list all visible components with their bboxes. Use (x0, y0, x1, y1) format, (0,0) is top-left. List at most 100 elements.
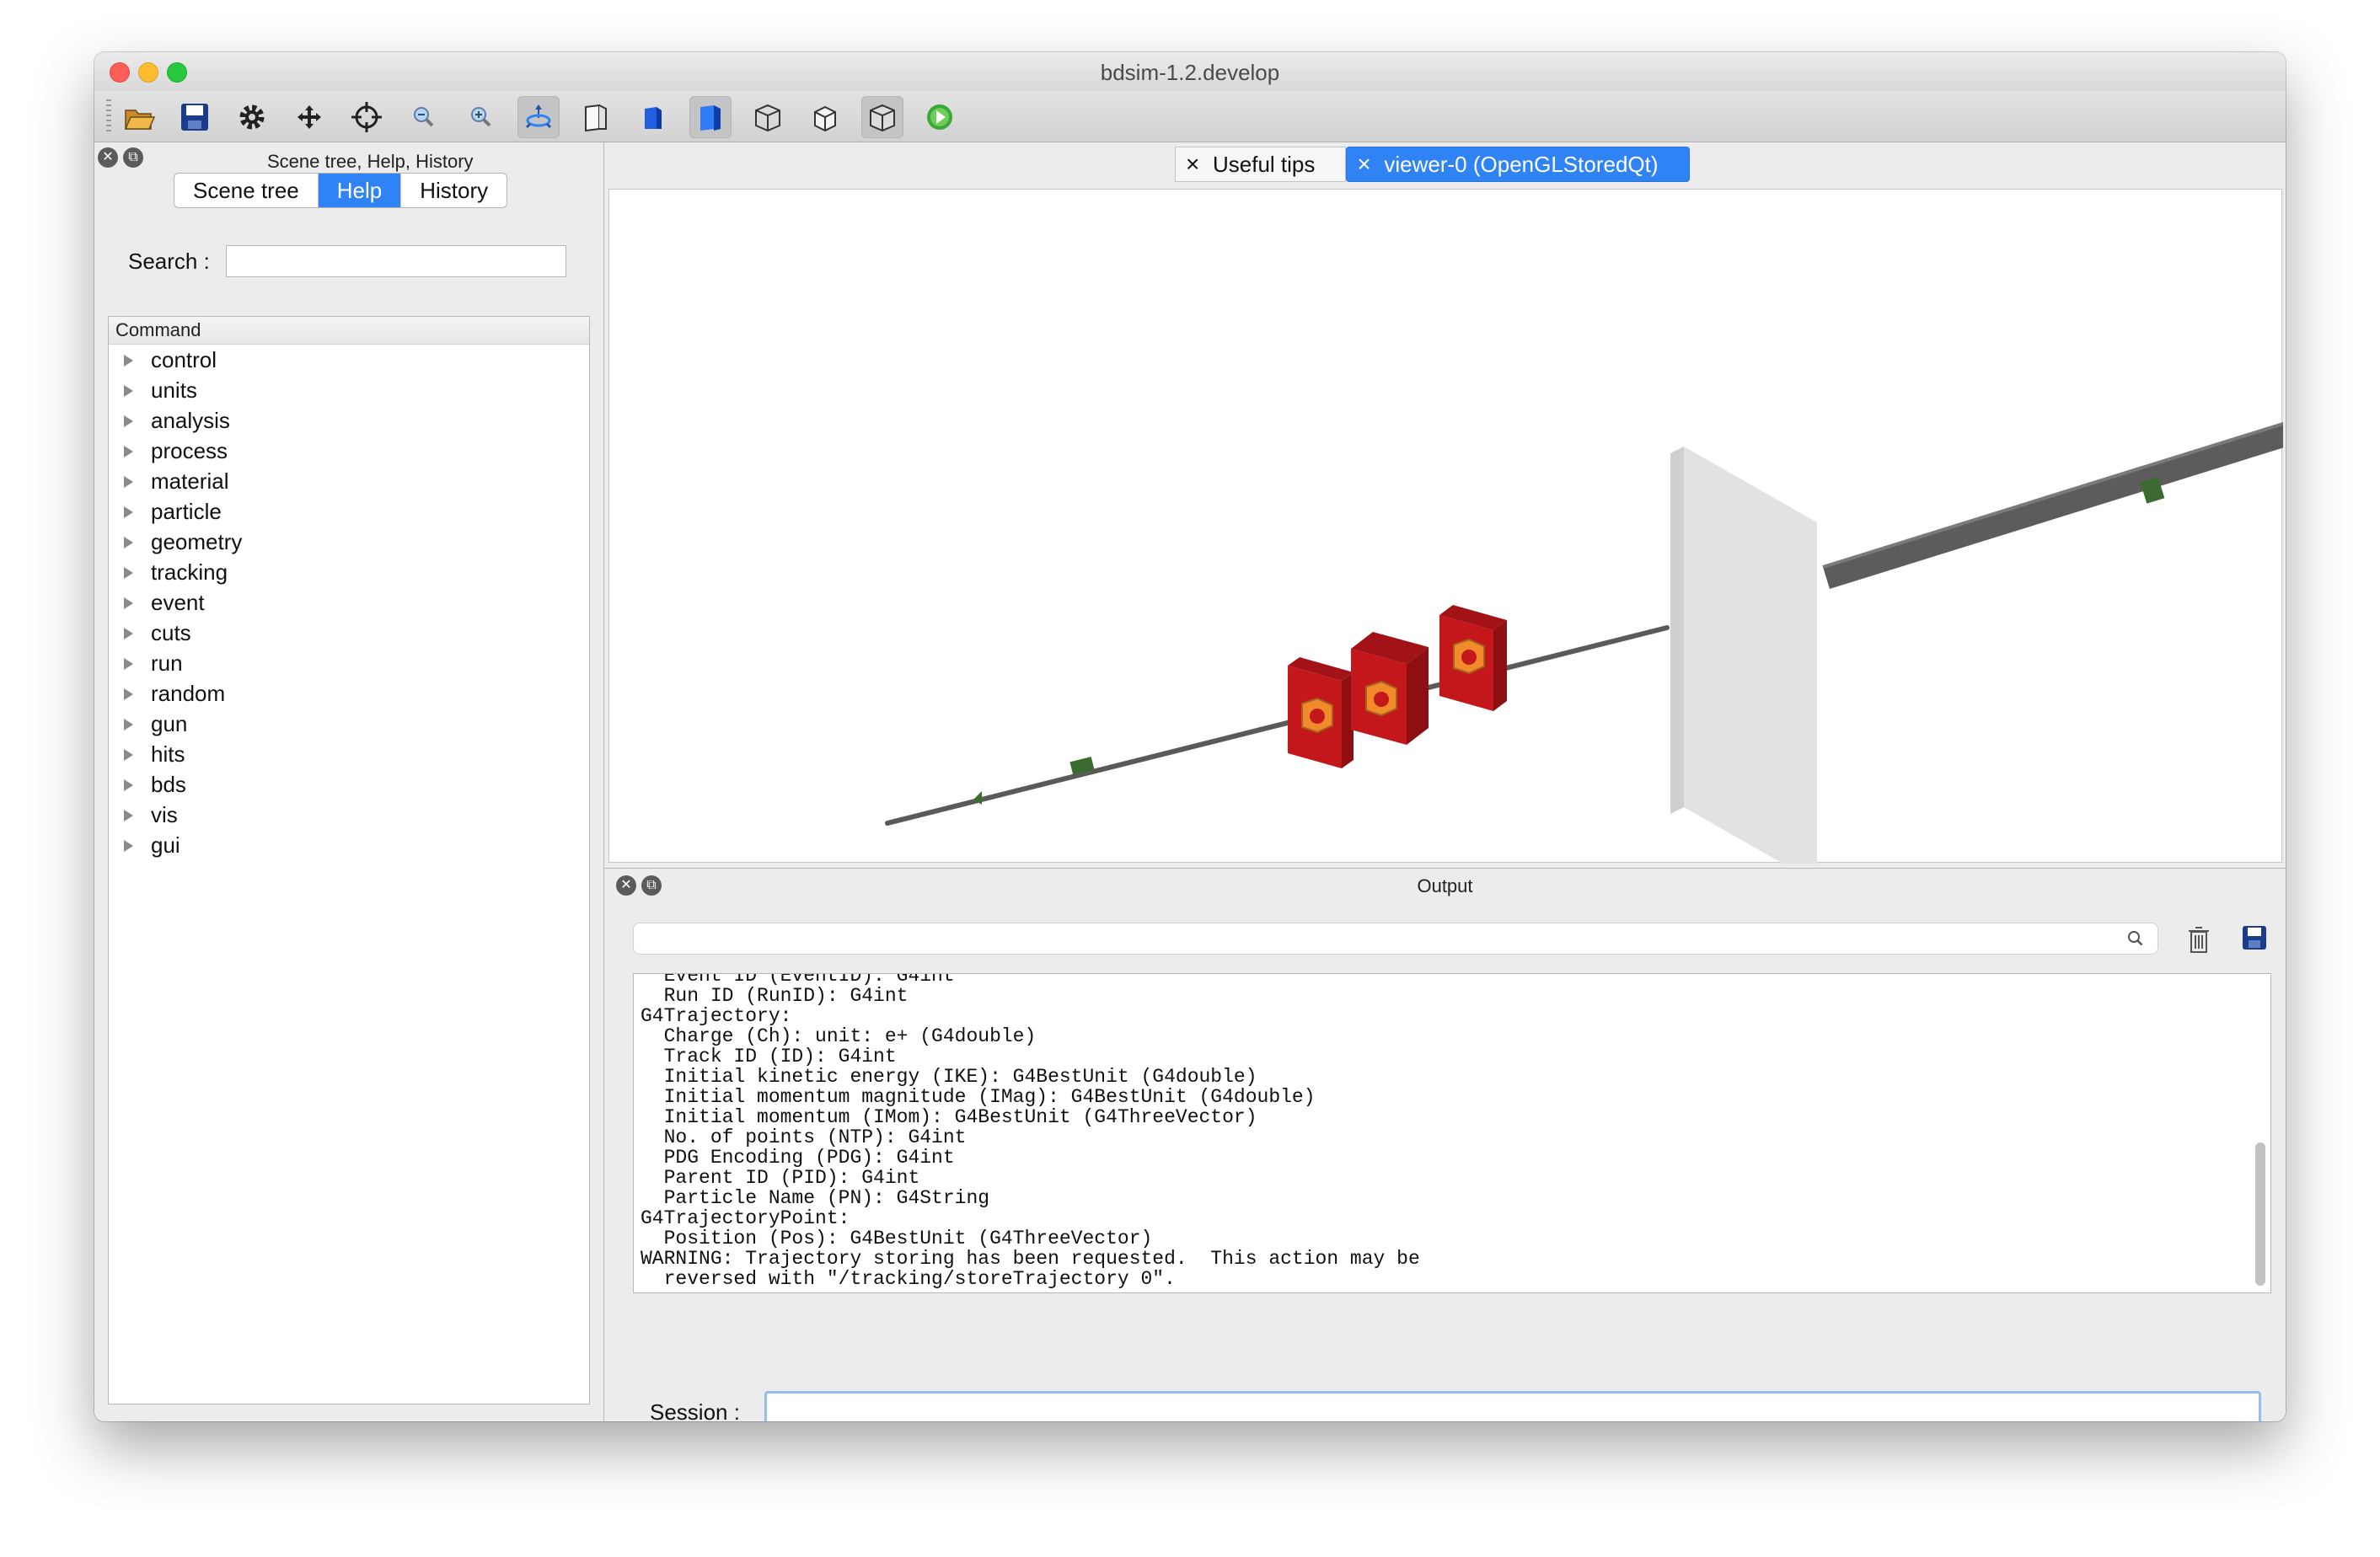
hidden-surface-icon[interactable] (861, 96, 903, 138)
output-log[interactable]: Event ID (EventID): G4int Run ID (RunID)… (633, 973, 2271, 1293)
expand-arrow-icon[interactable] (124, 537, 133, 548)
log-line: Position (Pos): G4BestUnit (G4ThreeVecto… (641, 1228, 1153, 1249)
collimator-plate (1670, 447, 1817, 864)
expand-arrow-icon[interactable] (124, 658, 133, 670)
tab-help[interactable]: Help (318, 174, 402, 207)
quadrupole-magnet-3 (1439, 605, 1507, 711)
toolbar-grip[interactable] (106, 99, 111, 133)
save-icon[interactable] (174, 96, 216, 138)
target-icon[interactable] (346, 96, 388, 138)
expand-arrow-icon[interactable] (124, 506, 133, 518)
expand-arrow-icon[interactable] (124, 688, 133, 700)
command-item-cuts[interactable]: cuts (109, 618, 589, 648)
command-label: units (151, 377, 197, 403)
log-line: Event ID (EventID): G4int (641, 973, 955, 987)
expand-arrow-icon[interactable] (124, 779, 133, 791)
quadrupole-magnet-2 (1351, 632, 1429, 745)
close-tab-icon[interactable]: × (1186, 147, 1199, 181)
output-dock: ✕ ⧉ Output Event ID (EventID): G4int Run… (604, 868, 2286, 1421)
command-label: geometry (151, 529, 243, 554)
save-output-icon[interactable] (2238, 921, 2271, 955)
log-line: G4Trajectory: (641, 1005, 792, 1027)
app-window: bdsim-1.2.develop ✕ ⧉ Scene tree, Help, … (94, 52, 2286, 1421)
expand-arrow-icon[interactable] (124, 355, 133, 367)
expand-arrow-icon[interactable] (124, 840, 133, 852)
command-item-run[interactable]: run (109, 648, 589, 678)
expand-arrow-icon[interactable] (124, 385, 133, 397)
command-item-material[interactable]: material (109, 466, 589, 496)
command-label: analysis (151, 408, 230, 433)
command-item-bds[interactable]: bds (109, 769, 589, 800)
command-item-geometry[interactable]: geometry (109, 527, 589, 557)
scene-help-history-dock: ✕ ⧉ Scene tree, Help, History Scene tree… (94, 142, 604, 1421)
thin-beampipe (885, 625, 1670, 826)
expand-arrow-icon[interactable] (124, 446, 133, 457)
close-tab-icon[interactable]: × (1357, 147, 1370, 181)
move-icon[interactable] (288, 96, 330, 138)
dock-close-icon[interactable]: ✕ (98, 147, 118, 168)
command-item-random[interactable]: random (109, 678, 589, 709)
expand-arrow-icon[interactable] (124, 628, 133, 639)
output-title: Output (1417, 875, 1473, 896)
viewer-tab-bar: × Useful tips × viewer-0 (OpenGLStoredQt… (1175, 147, 1690, 182)
command-label: hits (151, 741, 185, 767)
command-item-units[interactable]: units (109, 375, 589, 405)
tab-scene-tree[interactable]: Scene tree (174, 174, 319, 207)
wireframe-icon[interactable] (575, 96, 617, 138)
log-line: WARNING: Trajectory storing has been req… (641, 1248, 1420, 1270)
expand-arrow-icon[interactable] (124, 567, 133, 579)
command-item-vis[interactable]: vis (109, 800, 589, 830)
log-line: No. of points (NTP): G4int (641, 1126, 967, 1148)
command-item-hits[interactable]: hits (109, 739, 589, 769)
run-icon[interactable] (919, 96, 961, 138)
tab-history[interactable]: History (401, 174, 507, 207)
command-column-header[interactable]: Command (109, 317, 589, 345)
command-list: control units analysis process material parti… (109, 345, 589, 860)
search-label: Search : (128, 249, 210, 274)
command-item-event[interactable]: event (109, 587, 589, 618)
expand-arrow-icon[interactable] (124, 476, 133, 488)
command-label: event (151, 590, 205, 615)
solid-icon[interactable] (632, 96, 674, 138)
command-item-gui[interactable]: gui (109, 830, 589, 860)
hidden-line-icon[interactable] (804, 96, 846, 138)
command-item-process[interactable]: process (109, 436, 589, 466)
search-icon (2128, 931, 2143, 946)
expand-arrow-icon[interactable] (124, 749, 133, 761)
log-scrollbar[interactable] (2255, 1142, 2265, 1286)
box-wireframe-icon[interactable] (747, 96, 789, 138)
opengl-viewer[interactable] (608, 189, 2283, 864)
open-icon[interactable] (118, 96, 160, 138)
dock-float-icon[interactable]: ⧉ (123, 147, 143, 168)
left-tab-bar: Scene tree Help History (174, 173, 508, 208)
command-label: control (151, 347, 217, 372)
zoom-in-icon[interactable] (460, 96, 502, 138)
help-search-input[interactable] (226, 245, 566, 277)
command-item-tracking[interactable]: tracking (109, 557, 589, 587)
expand-arrow-icon[interactable] (124, 597, 133, 609)
command-item-particle[interactable]: particle (109, 496, 589, 527)
command-label: material (151, 468, 229, 494)
rotate-icon[interactable] (517, 96, 560, 138)
dock-title: Scene tree, Help, History (267, 151, 474, 172)
log-line: PDG Encoding (PDG): G4int (641, 1147, 955, 1169)
command-label: particle (151, 499, 222, 524)
expand-arrow-icon[interactable] (124, 810, 133, 821)
command-item-analysis[interactable]: analysis (109, 405, 589, 436)
scene-3d (885, 421, 2283, 864)
output-search-input[interactable] (633, 923, 2158, 955)
trash-icon[interactable] (2182, 923, 2216, 956)
expand-arrow-icon[interactable] (124, 719, 133, 730)
log-line: reversed with "/tracking/storeTrajectory… (641, 1268, 1176, 1290)
tab-useful-tips[interactable]: × Useful tips (1175, 147, 1347, 182)
solid-active-icon[interactable] (689, 96, 732, 138)
log-line: Particle Name (PN): G4String (641, 1187, 990, 1209)
zoom-out-icon[interactable] (403, 96, 445, 138)
tab-viewer-0[interactable]: × viewer-0 (OpenGLStoredQt) (1346, 147, 1690, 182)
command-item-control[interactable]: control (109, 345, 589, 375)
expand-arrow-icon[interactable] (124, 415, 133, 427)
session-input[interactable] (764, 1391, 2261, 1421)
settings-icon[interactable] (231, 96, 273, 138)
log-line: Charge (Ch): unit: e+ (G4double) (641, 1025, 1037, 1047)
command-item-gun[interactable]: gun (109, 709, 589, 739)
